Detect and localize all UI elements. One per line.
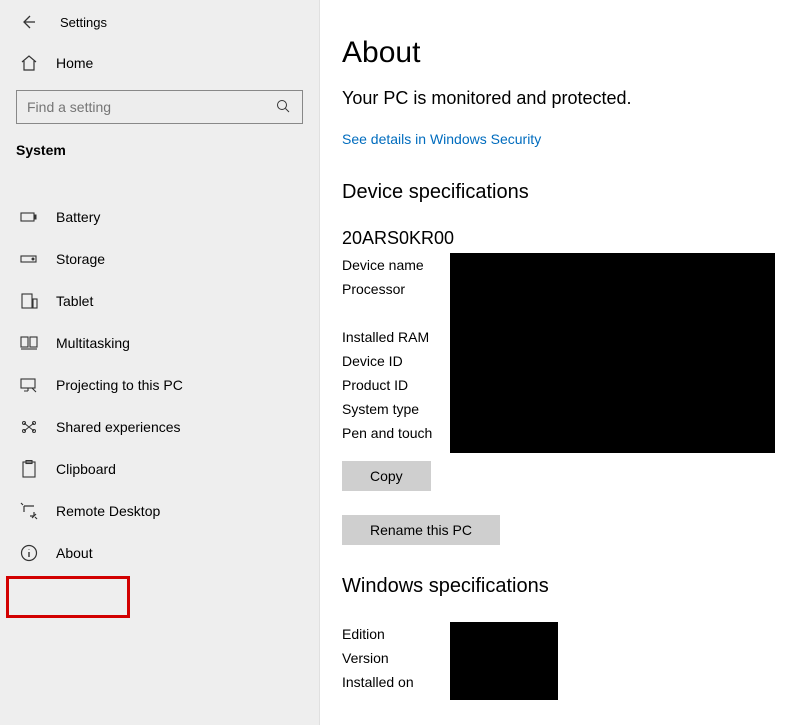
clipboard-icon xyxy=(20,460,38,478)
page-title: About xyxy=(342,36,773,70)
sidebar-item-label: Projecting to this PC xyxy=(56,377,183,393)
home-label: Home xyxy=(56,55,93,71)
spec-label: Edition xyxy=(342,622,452,646)
win-spec-title: Windows specifications xyxy=(342,575,773,598)
sidebar-item-projecting[interactable]: Projecting to this PC xyxy=(0,364,319,406)
sidebar-item-label: Remote Desktop xyxy=(56,503,160,519)
redacted-windows-values xyxy=(450,622,558,700)
sidebar-item-clipboard[interactable]: Clipboard xyxy=(0,448,319,490)
back-icon[interactable] xyxy=(20,14,36,30)
sidebar-item-shared[interactable]: Shared experiences xyxy=(0,406,319,448)
sidebar-item-tablet[interactable]: Tablet xyxy=(0,280,319,322)
window-title: Settings xyxy=(60,15,107,30)
device-model: 20ARS0KR00 xyxy=(342,228,773,249)
sidebar-item-label: Storage xyxy=(56,251,105,267)
security-link[interactable]: See details in Windows Security xyxy=(342,131,541,147)
spec-label: Installed RAM xyxy=(342,325,452,349)
remote-icon xyxy=(20,502,38,520)
sidebar-item-label: Tablet xyxy=(56,293,93,309)
rename-button[interactable]: Rename this PC xyxy=(342,515,500,545)
projecting-icon xyxy=(20,376,38,394)
sidebar-item-battery[interactable]: Battery xyxy=(0,196,319,238)
search-box[interactable] xyxy=(16,90,303,124)
spec-label: Product ID xyxy=(342,373,452,397)
sidebar-item-label: About xyxy=(56,545,93,561)
sidebar-item-label: Clipboard xyxy=(56,461,116,477)
highlight-annotation xyxy=(6,576,130,618)
device-spec-table: Device name Processor Installed RAM Devi… xyxy=(342,253,773,445)
device-spec-title: Device specifications xyxy=(342,181,773,204)
main-content: About Your PC is monitored and protected… xyxy=(320,0,785,725)
category-label: System xyxy=(0,142,319,168)
sidebar: Settings Home System Battery Storage xyxy=(0,0,320,725)
battery-icon xyxy=(20,208,38,226)
spec-label: Processor xyxy=(342,277,452,301)
spec-label: System type xyxy=(342,397,452,421)
shared-icon xyxy=(20,418,38,436)
search-input[interactable] xyxy=(27,99,252,115)
sidebar-item-multitasking[interactable]: Multitasking xyxy=(0,322,319,364)
sidebar-item-label: Shared experiences xyxy=(56,419,181,435)
titlebar: Settings xyxy=(0,10,319,44)
home-button[interactable]: Home xyxy=(0,44,319,90)
spec-label: Version xyxy=(342,646,452,670)
redacted-device-values xyxy=(450,253,775,453)
protection-status: Your PC is monitored and protected. xyxy=(342,88,773,109)
home-icon xyxy=(20,54,38,72)
sidebar-item-label: Multitasking xyxy=(56,335,130,351)
multitasking-icon xyxy=(20,334,38,352)
spec-label: Device name xyxy=(342,253,452,277)
tablet-icon xyxy=(20,292,38,310)
windows-spec-table: Edition Version Installed on xyxy=(342,622,773,694)
sidebar-item-remote[interactable]: Remote Desktop xyxy=(0,490,319,532)
spec-label: Installed on xyxy=(342,670,452,694)
nav-list: Battery Storage Tablet Multitasking Proj… xyxy=(0,196,319,574)
copy-button[interactable]: Copy xyxy=(342,461,431,491)
storage-icon xyxy=(20,250,38,268)
sidebar-item-label: Battery xyxy=(56,209,100,225)
search-container xyxy=(0,90,319,142)
sidebar-item-storage[interactable]: Storage xyxy=(0,238,319,280)
spec-label: Device ID xyxy=(342,349,452,373)
search-icon xyxy=(276,99,292,115)
sidebar-item-about[interactable]: About xyxy=(0,532,319,574)
spec-label: Pen and touch xyxy=(342,421,452,445)
about-icon xyxy=(20,544,38,562)
